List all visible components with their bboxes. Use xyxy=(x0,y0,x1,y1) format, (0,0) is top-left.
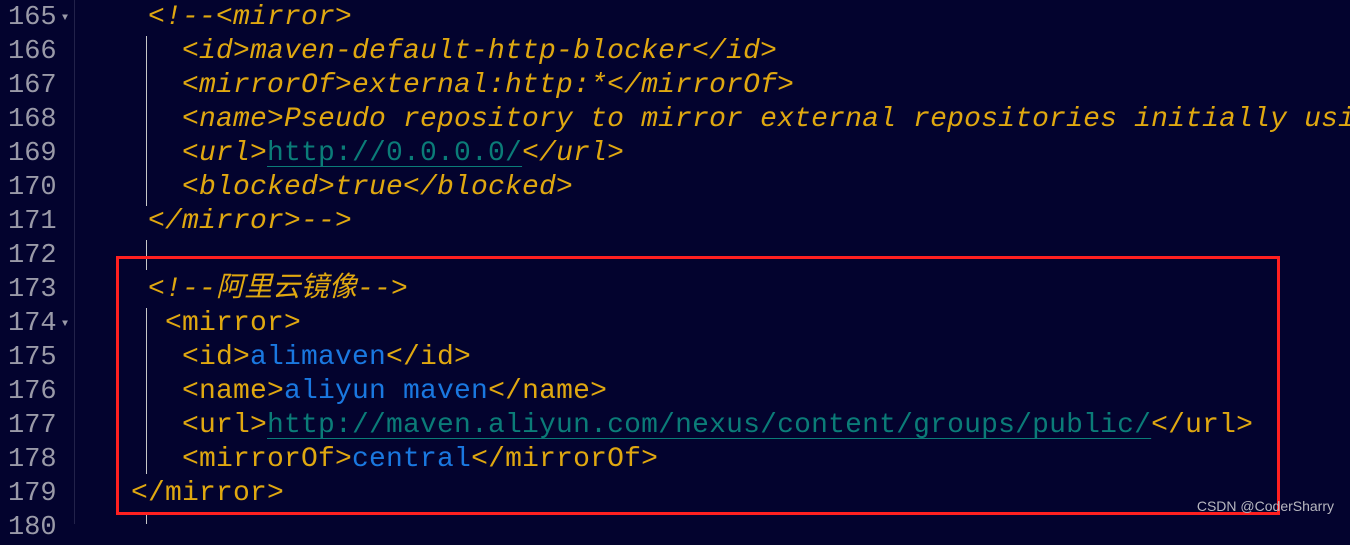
code-line[interactable]: <!--<mirror> xyxy=(148,1,352,35)
line-number: 172 xyxy=(8,241,57,271)
line-number: 176 xyxy=(8,377,57,407)
line-number: 167 xyxy=(8,71,57,101)
code-token: </url> xyxy=(522,138,625,169)
line-number: 171 xyxy=(8,207,57,237)
line-number: 178 xyxy=(8,445,57,475)
line-number: 179 xyxy=(8,479,57,509)
watermark: CSDN @CoderSharry xyxy=(1196,498,1334,514)
code-token: <mirrorOf>external:http:*</mirrorOf> xyxy=(182,70,795,101)
code-line[interactable]: <blocked>true</blocked> xyxy=(182,171,573,205)
code-line[interactable]: </mirror>--> xyxy=(148,205,352,239)
line-number: 165 xyxy=(8,3,57,33)
code-line[interactable]: <url>http://0.0.0.0/</url> xyxy=(182,137,624,171)
line-number: 168 xyxy=(8,105,57,135)
fold-toggle-icon[interactable]: ▼ xyxy=(62,319,68,330)
line-number: 169 xyxy=(8,139,57,169)
code-token: <name>Pseudo repository to mirror extern… xyxy=(182,104,1350,135)
code-token: <url> xyxy=(182,138,268,169)
line-number: 170 xyxy=(8,173,57,203)
code-line[interactable]: <name>Pseudo repository to mirror extern… xyxy=(182,103,1350,137)
indent-guide xyxy=(146,36,147,206)
line-number: 175 xyxy=(8,343,57,373)
code-token: <blocked>true</blocked> xyxy=(182,172,574,203)
line-number: 177 xyxy=(8,411,57,441)
line-number: 174 xyxy=(8,309,57,339)
code-token: </mirror>--> xyxy=(148,206,353,237)
code-link[interactable]: http://0.0.0.0/ xyxy=(267,138,522,169)
highlight-box xyxy=(116,256,1280,515)
line-number: 166 xyxy=(8,37,57,67)
code-token: <!--<mirror> xyxy=(148,2,353,33)
line-number: 173 xyxy=(8,275,57,305)
line-number: 180 xyxy=(8,513,57,543)
code-token: <id>maven-default-http-blocker</id> xyxy=(182,36,778,67)
code-line[interactable]: <id>maven-default-http-blocker</id> xyxy=(182,35,777,69)
fold-toggle-icon[interactable]: ▼ xyxy=(62,13,68,24)
code-line[interactable]: <mirrorOf>external:http:*</mirrorOf> xyxy=(182,69,794,103)
